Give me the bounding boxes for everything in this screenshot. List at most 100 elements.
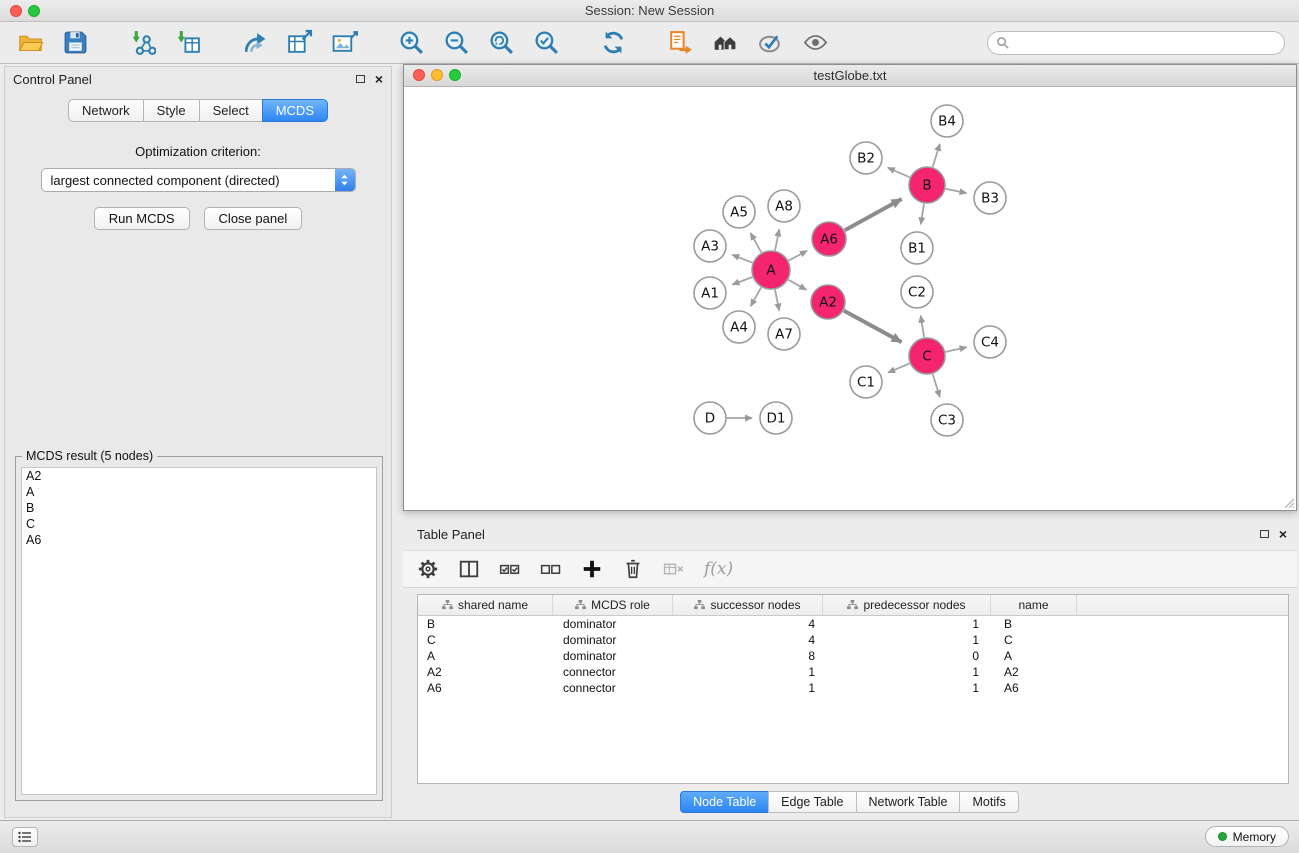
graph-node-C1[interactable]: C1	[850, 366, 882, 398]
table-row[interactable]: A dominator 8 0 A	[418, 648, 1288, 664]
list-item[interactable]: A2	[22, 468, 376, 484]
table-row[interactable]: C dominator 4 1 C	[418, 632, 1288, 648]
graph-node-B2[interactable]: B2	[850, 142, 882, 174]
zoom-out-button[interactable]	[440, 27, 472, 59]
graph-node-C2[interactable]: C2	[901, 276, 933, 308]
cell-shared-name[interactable]: C	[418, 633, 553, 647]
tab-motifs[interactable]: Motifs	[959, 791, 1018, 813]
function-builder-button[interactable]: f(x)	[704, 559, 733, 579]
graph-edge[interactable]	[921, 204, 924, 225]
cell-predecessor-nodes[interactable]: 1	[823, 665, 991, 679]
list-item[interactable]: A	[22, 484, 376, 500]
graph-edge[interactable]	[845, 199, 902, 230]
column-header[interactable]: shared name	[418, 595, 553, 615]
cell-name[interactable]: A6	[991, 681, 1077, 695]
graph-node-A8[interactable]: A8	[768, 190, 800, 222]
graph-node-D[interactable]: D	[694, 402, 726, 434]
open-session-button[interactable]	[14, 27, 46, 59]
gear-icon[interactable]	[417, 558, 439, 580]
graph-edge[interactable]	[888, 168, 910, 178]
cell-successor-nodes[interactable]: 4	[673, 633, 823, 647]
cell-shared-name[interactable]: A6	[418, 681, 553, 695]
cell-shared-name[interactable]: A	[418, 649, 553, 663]
graph-edge[interactable]	[732, 255, 752, 263]
validate-view-button[interactable]	[754, 27, 786, 59]
graph-edge[interactable]	[844, 311, 902, 343]
tab-network[interactable]: Network	[68, 99, 144, 122]
export-network-button[interactable]	[238, 27, 270, 59]
columns-icon[interactable]	[458, 558, 480, 580]
cell-mcds-role[interactable]: connector	[553, 681, 673, 695]
tab-style[interactable]: Style	[143, 99, 200, 122]
tab-mcds[interactable]: MCDS	[262, 99, 328, 122]
cell-name[interactable]: C	[991, 633, 1077, 647]
zoom-selected-button[interactable]	[530, 27, 562, 59]
task-history-button[interactable]	[12, 827, 38, 847]
graph-edge[interactable]	[888, 363, 909, 372]
import-table-button[interactable]	[171, 27, 203, 59]
cell-predecessor-nodes[interactable]: 1	[823, 681, 991, 695]
delete-column-icon[interactable]	[622, 558, 644, 580]
column-header[interactable]: successor nodes	[673, 595, 823, 615]
export-image-button[interactable]	[328, 27, 360, 59]
cell-predecessor-nodes[interactable]: 1	[823, 633, 991, 647]
close-panel-icon[interactable]: ×	[1279, 528, 1287, 540]
show-all-button[interactable]	[709, 27, 741, 59]
column-header[interactable]: MCDS role	[553, 595, 673, 615]
column-header[interactable]: predecessor nodes	[823, 595, 991, 615]
graph-edge[interactable]	[946, 189, 967, 193]
graph-node-C3[interactable]: C3	[931, 404, 963, 436]
graph-node-A5[interactable]: A5	[723, 196, 755, 228]
run-mcds-button[interactable]: Run MCDS	[94, 207, 190, 230]
network-window-titlebar[interactable]: testGlobe.txt	[404, 65, 1296, 87]
memory-button[interactable]: Memory	[1205, 826, 1289, 847]
cell-mcds-role[interactable]: dominator	[553, 633, 673, 647]
tab-network-table[interactable]: Network Table	[856, 791, 961, 813]
cell-name[interactable]: A2	[991, 665, 1077, 679]
cell-mcds-role[interactable]: dominator	[553, 617, 673, 631]
refresh-button[interactable]	[597, 27, 629, 59]
close-panel-button[interactable]: Close panel	[204, 207, 303, 230]
network-graph[interactable]: AA1A2A3A4A5A6A7A8BB1B2B3B4CC1C2C3C4DD1	[404, 87, 1296, 510]
graph-node-B[interactable]: B	[909, 167, 945, 203]
criterion-dropdown[interactable]: largest connected component (directed)	[41, 168, 356, 192]
resize-gripper-icon[interactable]	[1281, 495, 1295, 509]
graph-edge[interactable]	[775, 230, 779, 251]
graph-node-A3[interactable]: A3	[694, 230, 726, 262]
export-table-button[interactable]	[283, 27, 315, 59]
list-item[interactable]: A6	[22, 532, 376, 548]
first-neighbors-button[interactable]	[664, 27, 696, 59]
import-network-button[interactable]	[126, 27, 158, 59]
close-panel-icon[interactable]: ×	[375, 73, 383, 85]
list-item[interactable]: C	[22, 516, 376, 532]
graph-node-A6[interactable]: A6	[812, 222, 846, 256]
cell-name[interactable]: A	[991, 649, 1077, 663]
delete-table-icon[interactable]	[663, 558, 685, 580]
select-all-icon[interactable]	[499, 558, 521, 580]
table-row[interactable]: B dominator 4 1 B	[418, 616, 1288, 632]
search-input[interactable]	[1014, 36, 1276, 50]
cell-successor-nodes[interactable]: 4	[673, 617, 823, 631]
cell-mcds-role[interactable]: connector	[553, 665, 673, 679]
toolbar-search[interactable]	[987, 31, 1285, 55]
graph-node-A[interactable]: A	[752, 251, 790, 289]
graph-node-A4[interactable]: A4	[723, 311, 755, 343]
graph-node-B1[interactable]: B1	[901, 232, 933, 264]
graph-edge[interactable]	[788, 280, 806, 290]
tab-select[interactable]: Select	[199, 99, 263, 122]
graph-edge[interactable]	[751, 233, 762, 253]
graph-edge[interactable]	[933, 374, 940, 397]
table-row[interactable]: A6 connector 1 1 A6	[418, 680, 1288, 696]
graph-edge[interactable]	[733, 277, 753, 284]
float-panel-icon[interactable]	[1260, 530, 1269, 538]
cell-successor-nodes[interactable]: 1	[673, 665, 823, 679]
graph-edge[interactable]	[933, 144, 940, 167]
add-column-icon[interactable]	[581, 558, 603, 580]
zoom-fit-button[interactable]	[485, 27, 517, 59]
cell-name[interactable]: B	[991, 617, 1077, 631]
graph-edge[interactable]	[751, 287, 762, 306]
graph-edge[interactable]	[946, 347, 967, 352]
deselect-all-icon[interactable]	[540, 558, 562, 580]
cell-predecessor-nodes[interactable]: 1	[823, 617, 991, 631]
network-canvas[interactable]: AA1A2A3A4A5A6A7A8BB1B2B3B4CC1C2C3C4DD1	[404, 87, 1296, 510]
